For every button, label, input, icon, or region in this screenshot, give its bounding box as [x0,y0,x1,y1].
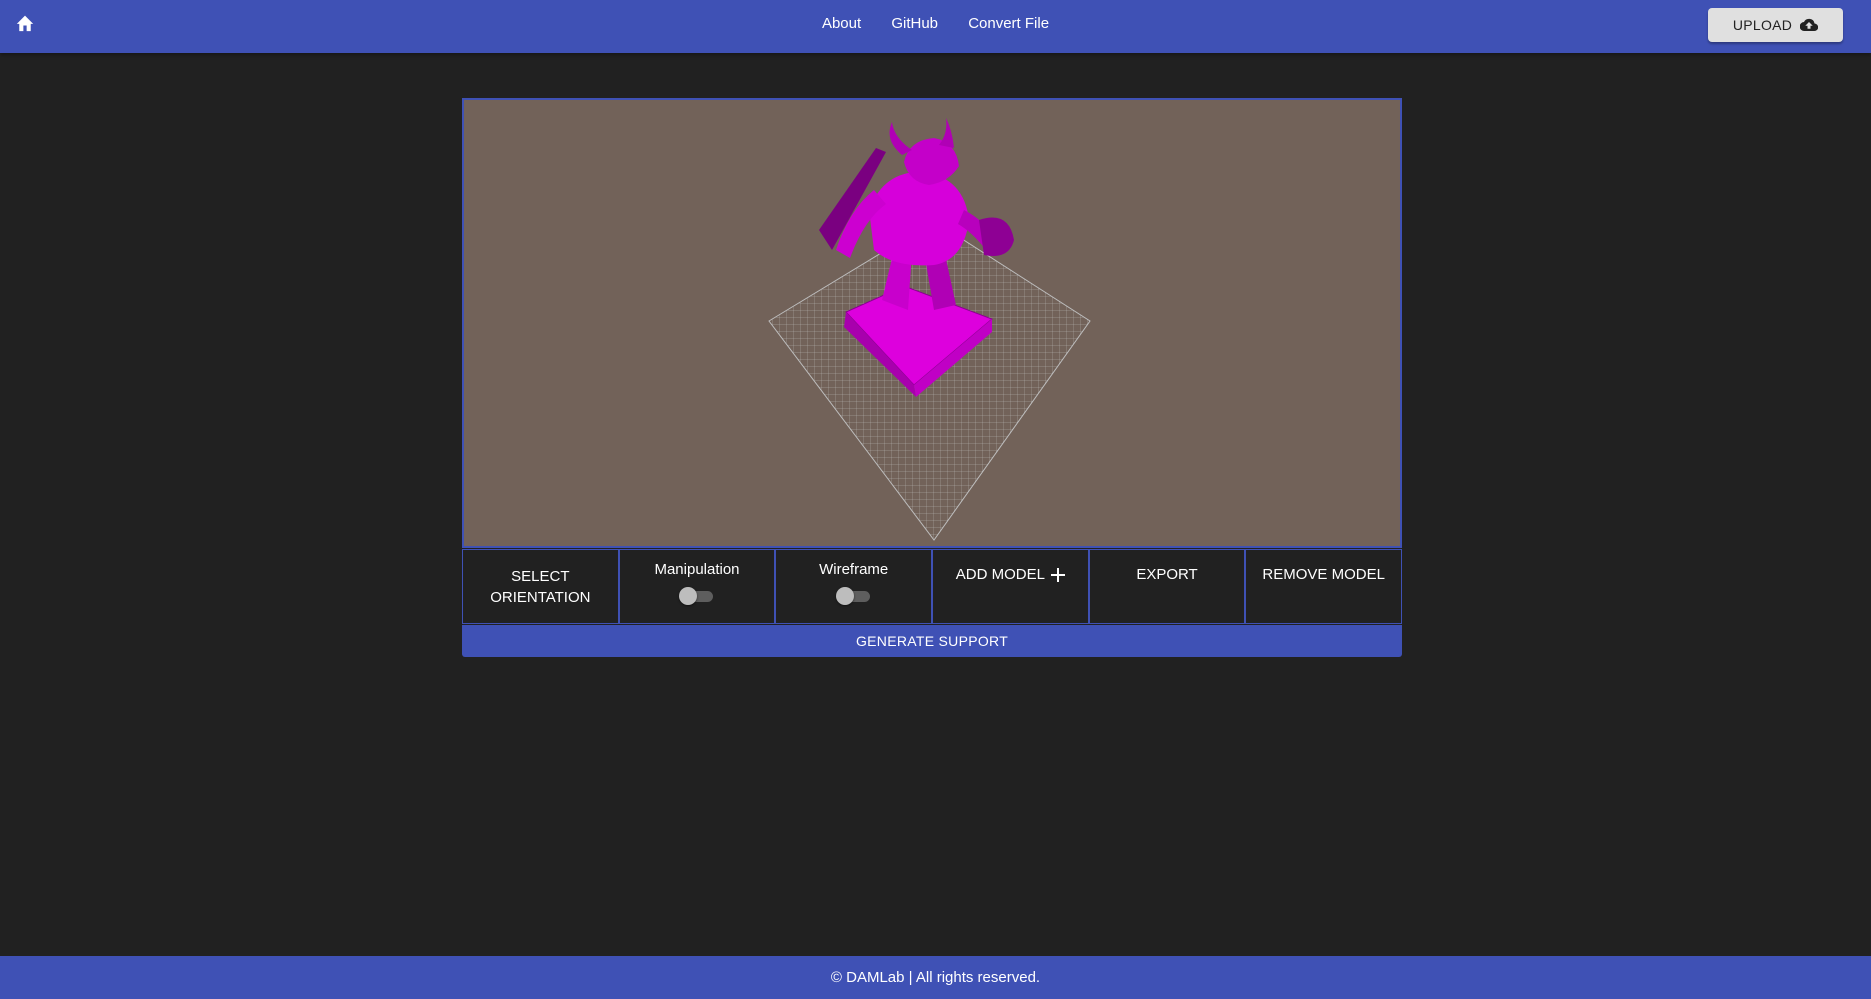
add-model-label: ADD MODEL [955,566,1045,583]
select-orientation-label-line1: SELECT [511,568,570,585]
manipulation-control: Manipulation [618,549,776,624]
upload-label: UPLOAD [1732,17,1793,33]
wireframe-control: Wireframe [775,549,933,624]
nav-link-about[interactable]: About [822,15,861,32]
wireframe-label: Wireframe [819,561,889,578]
generate-support-button[interactable]: GENERATE SUPPORT [462,625,1402,657]
nav-link-convert-file[interactable]: Convert File [968,15,1049,32]
add-model-row: ADD MODEL [956,566,1065,583]
toggle-thumb [679,587,697,605]
model-viewer-canvas[interactable] [462,98,1402,548]
select-orientation-button[interactable]: SELECT ORIENTATION [462,549,619,624]
manipulation-toggle[interactable] [679,586,715,606]
app-bar: About GitHub Convert File UPLOAD [0,0,1871,53]
remove-model-label: REMOVE MODEL [1262,566,1385,583]
export-label: EXPORT [1136,566,1198,583]
toolbar: SELECT ORIENTATION Manipulation Wirefram… [462,549,1403,624]
upload-button[interactable]: UPLOAD [1708,8,1843,42]
toggle-thumb [835,587,854,605]
footer-text: © DAMLab | All rights reserved. [830,969,1041,986]
remove-model-button[interactable]: REMOVE MODEL [1245,549,1403,624]
manipulation-label: Manipulation [654,561,740,578]
wireframe-toggle[interactable] [835,586,872,606]
generate-support-label: GENERATE SUPPORT [855,633,1009,649]
top-nav: About GitHub Convert File [0,15,1871,32]
footer: © DAMLab | All rights reserved. [0,956,1871,999]
select-orientation-label-line2: ORIENTATION [490,589,591,606]
add-model-button[interactable]: ADD MODEL [932,549,1089,624]
plus-icon [1050,567,1065,582]
scene-render [768,118,1091,541]
cloud-upload-icon [1800,18,1819,32]
nav-link-github[interactable]: GitHub [891,15,938,32]
export-button[interactable]: EXPORT [1088,549,1246,624]
